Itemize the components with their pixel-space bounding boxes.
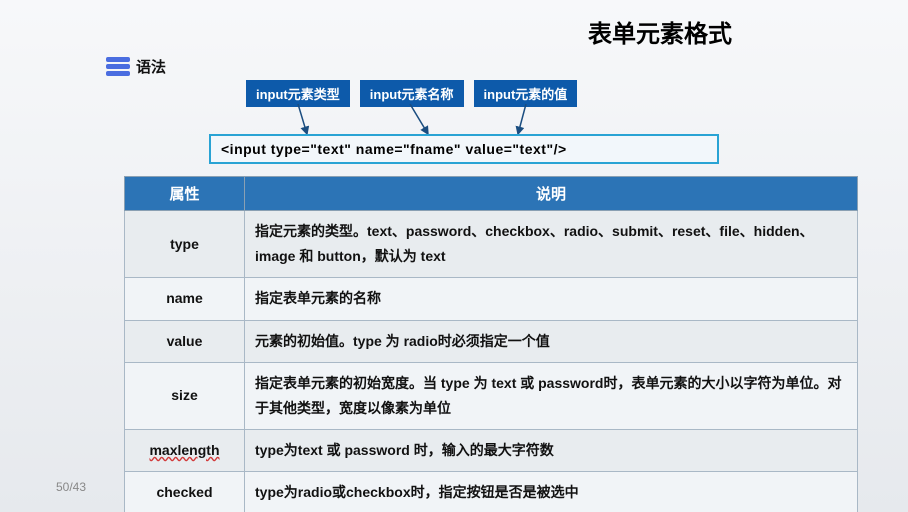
page-title: 表单元素格式 [588, 14, 732, 49]
page-number: 50/43 [56, 480, 86, 494]
desc-cell: type为radio或checkbox时，指定按钮是否是被选中 [245, 472, 858, 512]
attributes-table: 属性 说明 type 指定元素的类型。text、password、checkbo… [124, 176, 858, 512]
table-row: type 指定元素的类型。text、password、checkbox、radi… [125, 211, 858, 278]
table-row: maxlength type为text 或 password 时，输入的最大字符… [125, 430, 858, 472]
attr-cell: name [125, 278, 245, 320]
attr-cell: value [125, 320, 245, 362]
col-header-desc: 说明 [245, 177, 858, 211]
slide: 表单元素格式 语法 input元素类型 input元素名称 input元素的值 … [0, 0, 908, 512]
callout-row: input元素类型 input元素名称 input元素的值 [246, 80, 577, 107]
attr-cell: size [125, 362, 245, 429]
desc-cell: 元素的初始值。type 为 radio时必须指定一个值 [245, 320, 858, 362]
table-row: value 元素的初始值。type 为 radio时必须指定一个值 [125, 320, 858, 362]
callout-type: input元素类型 [246, 80, 350, 107]
syntax-header: 语法 [106, 56, 166, 77]
attr-cell: type [125, 211, 245, 278]
syntax-label: 语法 [136, 56, 166, 77]
bars-icon [106, 57, 130, 76]
table-row: name 指定表单元素的名称 [125, 278, 858, 320]
attr-cell: checked [125, 472, 245, 512]
table-row: size 指定表单元素的初始宽度。当 type 为 text 或 passwor… [125, 362, 858, 429]
desc-cell: 指定表单元素的初始宽度。当 type 为 text 或 password时，表单… [245, 362, 858, 429]
table-header-row: 属性 说明 [125, 177, 858, 211]
code-example-text: <input type="text" name="fname" value="t… [221, 141, 567, 157]
callout-name: input元素名称 [360, 80, 464, 107]
callout-value: input元素的值 [474, 80, 578, 107]
code-example-box: <input type="text" name="fname" value="t… [209, 134, 719, 164]
desc-cell: 指定表单元素的名称 [245, 278, 858, 320]
table-row: checked type为radio或checkbox时，指定按钮是否是被选中 [125, 472, 858, 512]
col-header-attr: 属性 [125, 177, 245, 211]
attr-cell: maxlength [125, 430, 245, 472]
desc-cell: 指定元素的类型。text、password、checkbox、radio、sub… [245, 211, 858, 278]
attr-maxlength-label: maxlength [149, 442, 219, 458]
desc-cell: type为text 或 password 时，输入的最大字符数 [245, 430, 858, 472]
